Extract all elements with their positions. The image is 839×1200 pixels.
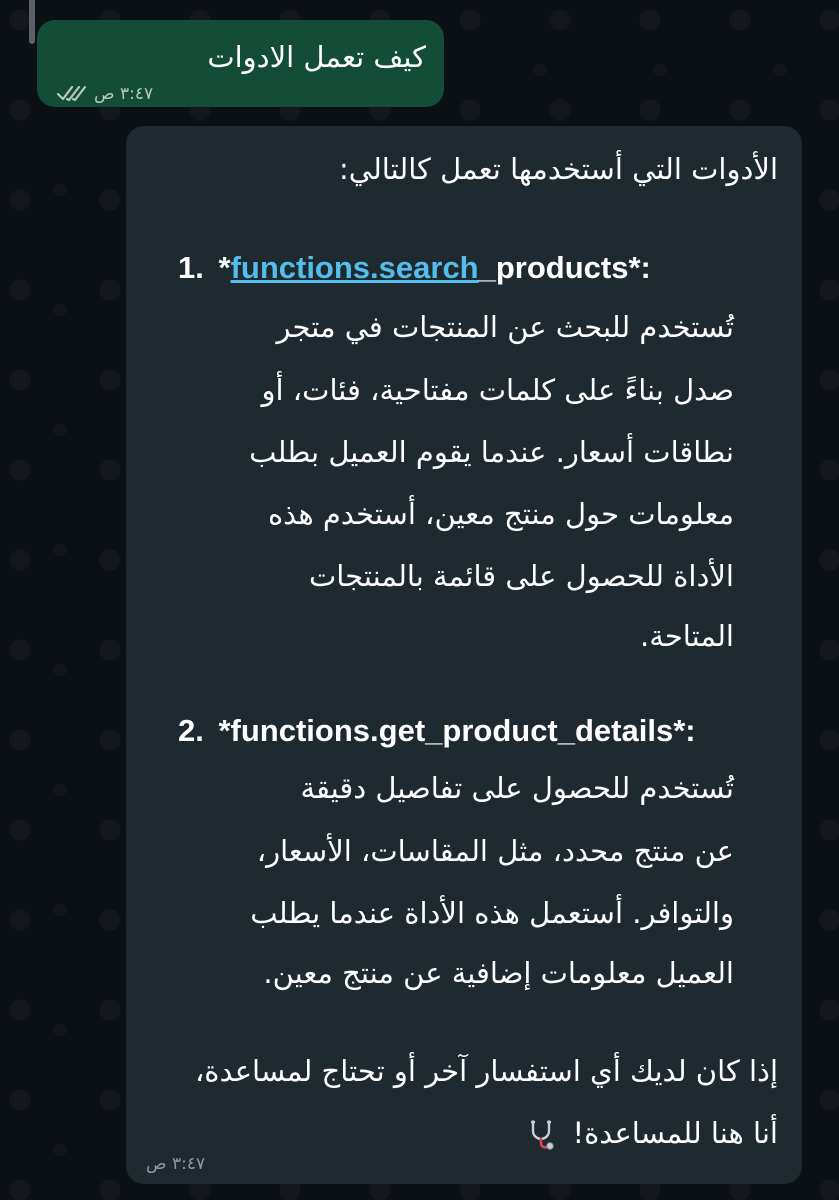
item2-title: 2. *functions.get_product_details*: [178,713,696,749]
item1-line: معلومات حول منتج معين، أستخدم هذه [267,497,734,531]
outgoing-message-bubble[interactable]: كيف تعمل الادوات ٣:٤٧ ص [37,20,444,107]
item1-number: 1. [178,250,204,285]
stethoscope-icon [531,1120,554,1150]
item1-title: 1. *functions.search_products*: [178,250,651,286]
item2-number: 2. [178,713,204,748]
double-check-icon [57,85,87,102]
closing-text: أنا هنا للمساعدة! [572,1116,778,1150]
item1-line: الأداة للحصول على قائمة بالمنتجات [308,559,734,593]
item1-line: المتاحة. [640,619,734,653]
item1-line: صدل بناءً على كلمات مفتاحية، فئات، أو [261,373,734,407]
item1-prefix: * [218,250,231,285]
chat-background: كيف تعمل الادوات ٣:٤٧ ص الأدوات التي أست… [0,0,839,1200]
closing-line-2: أنا هنا للمساعدة! [525,1116,778,1151]
outgoing-message-time: ٣:٤٧ ص [94,84,154,104]
item2-title-text: *functions.get_product_details*: [218,713,696,748]
closing-line: إذا كان لديك أي استفسار آخر أو تحتاج لمس… [194,1054,778,1088]
item1-line: نطاقات أسعار. عندما يقوم العميل بطلب [249,435,734,469]
incoming-message-time: ٣:٤٧ ص [146,1154,206,1174]
item2-line: العميل معلومات إضافية عن منتج معين. [263,956,734,990]
intro-text: الأدوات التي أستخدمها تعمل كالتالي: [339,152,778,186]
scroll-indicator[interactable] [29,0,35,44]
outgoing-message-text: كيف تعمل الادوات [207,40,426,74]
item2-line: تُستخدم للحصول على تفاصيل دقيقة [300,771,734,805]
item1-rest: _products*: [478,250,651,285]
item2-line: والتوافر. أستعمل هذه الأداة عندما يطلب [250,896,734,930]
item1-line: تُستخدم للبحث عن المنتجات في متجر [276,310,734,344]
item2-line: عن منتج محدد، مثل المقاسات، الأسعار، [256,834,734,868]
incoming-message-bubble[interactable]: الأدوات التي أستخدمها تعمل كالتالي: 1. *… [126,126,802,1184]
functions-search-link[interactable]: functions.search [231,250,479,285]
